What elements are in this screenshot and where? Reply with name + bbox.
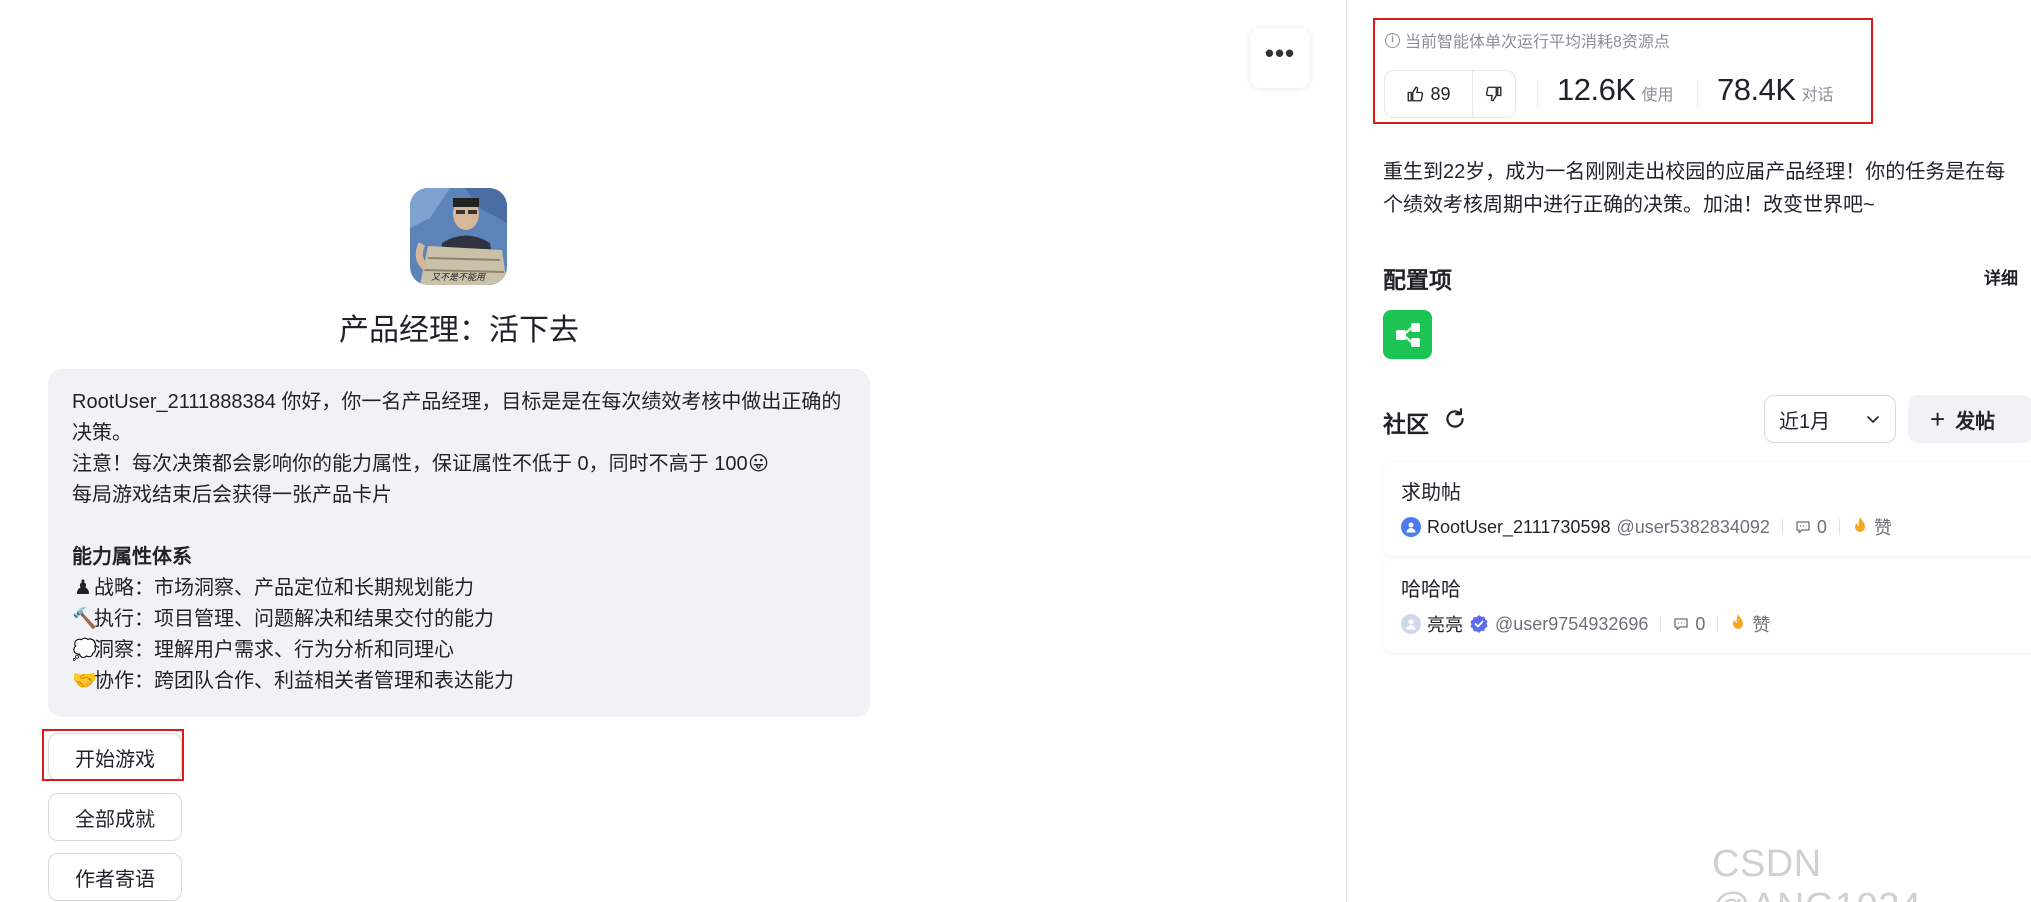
cost-note: i 当前智能体单次运行平均消耗8资源点 <box>1385 28 1670 52</box>
new-post-button[interactable]: + 发帖 <box>1908 395 2031 443</box>
like-count: 89 <box>1430 83 1451 104</box>
like-button[interactable]: 89 <box>1385 71 1473 117</box>
uses-stat: 12.6K 使用 <box>1557 72 1674 107</box>
share-nodes-icon <box>1395 322 1420 347</box>
chat-panel: ••• 又不是不能用 产品经理：活下去 RootUser_2111888384 … <box>0 0 1346 902</box>
handshake-icon: 🤝 <box>72 670 97 692</box>
post-meta: RootUser_2111730598 @user5382834092 0 赞 <box>1401 514 1892 540</box>
chess-pawn-icon: ♟ <box>74 577 92 599</box>
comment-icon <box>1674 618 1689 631</box>
bot-avatar: 又不是不能用 <box>410 188 507 285</box>
like-label[interactable]: 赞 <box>1752 611 1770 637</box>
annotation-box <box>42 729 184 781</box>
config-detail-link[interactable]: 详细 <box>1984 264 2018 289</box>
intro-message: RootUser_2111888384 你好，你一名产品经理，目标是是在每次绩效… <box>48 369 870 717</box>
stats-divider <box>1697 80 1698 108</box>
comment-count: 0 <box>1816 516 1827 537</box>
more-options-button[interactable]: ••• <box>1250 28 1310 88</box>
attribute-item: 🔨执行：项目管理、问题解决和结果交付的能力 <box>72 604 846 635</box>
intro-note: 注意！每次决策都会影响你的能力属性，保证属性不低于 0，同时不高于 100😛 <box>72 449 846 480</box>
fire-like-icon <box>1730 613 1746 636</box>
intro-reward: 每局游戏结束后会获得一张产品卡片 <box>72 484 392 506</box>
chats-stat: 78.4K 对话 <box>1717 72 1834 107</box>
post-author[interactable]: 亮亮 <box>1427 611 1463 637</box>
config-title: 配置项 <box>1383 267 1452 293</box>
info-icon: i <box>1385 32 1400 48</box>
attribute-item: ♟ 战略：市场洞察、产品定位和长期规划能力 <box>72 573 846 604</box>
stats-divider <box>1537 80 1538 108</box>
period-select[interactable]: 近1月 <box>1764 395 1896 443</box>
workflow-plugin[interactable] <box>1383 310 1432 359</box>
post-meta: 亮亮 @user9754932696 0 赞 <box>1401 611 1770 637</box>
avatar-image-icon: 又不是不能用 <box>410 188 507 285</box>
bot-description: 重生到22岁，成为一名刚刚走出校园的应届产品经理！你的任务是在每个绩效考核周期中… <box>1383 161 2006 216</box>
author-note-button[interactable]: 作者寄语 <box>48 853 182 901</box>
post-author[interactable]: RootUser_2111730598 <box>1427 517 1610 538</box>
chevron-down-icon <box>1867 416 1879 424</box>
like-label[interactable]: 赞 <box>1874 514 1892 540</box>
refresh-icon <box>1446 408 1464 428</box>
thought-bubble-icon: 💭 <box>72 639 97 661</box>
community-post[interactable]: 求助帖 RootUser_2111730598 @user5382834092 … <box>1383 462 2031 556</box>
post-handle: @user5382834092 <box>1616 516 1770 537</box>
svg-text:又不是不能用: 又不是不能用 <box>431 272 486 283</box>
watermark: CSDN @ANG1024 <box>1712 843 1921 902</box>
intro-greeting: RootUser_2111888384 你好，你一名产品经理，目标是是在每次绩效… <box>72 391 842 444</box>
fire-like-icon <box>1852 516 1868 539</box>
post-title: 哈哈哈 <box>1401 579 1461 601</box>
plus-icon: + <box>1930 404 1946 434</box>
thumbs-up-icon <box>1408 86 1424 102</box>
user-avatar-icon <box>1401 517 1421 537</box>
info-panel <box>1347 0 2031 902</box>
attribute-item: 🤝协作：跨团队合作、利益相关者管理和表达能力 <box>72 666 846 697</box>
period-value: 近1月 <box>1779 410 1831 433</box>
more-icon: ••• <box>1264 38 1296 68</box>
tongue-emoji-icon: 😛 <box>748 453 770 475</box>
post-title: 求助帖 <box>1401 482 1461 504</box>
thumbs-down-icon <box>1485 86 1502 102</box>
post-handle: @user9754932696 <box>1495 613 1649 634</box>
refresh-button[interactable] <box>1442 406 1468 437</box>
user-avatar-icon <box>1401 614 1421 634</box>
bot-title: 产品经理：活下去 <box>339 314 579 347</box>
dislike-button[interactable] <box>1473 85 1515 103</box>
community-title: 社区 <box>1383 411 1429 437</box>
comment-icon <box>1796 521 1810 534</box>
all-achievements-button[interactable]: 全部成就 <box>48 793 182 841</box>
attribute-item: 💭洞察：理解用户需求、行为分析和同理心 <box>72 635 846 666</box>
comment-count: 0 <box>1695 613 1706 634</box>
intro-section-title: 能力属性体系 <box>72 546 192 568</box>
vote-group: 89 <box>1384 70 1516 118</box>
community-post[interactable]: 哈哈哈 亮亮 @user9754932696 0 赞 <box>1383 559 2031 653</box>
hammer-icon: 🔨 <box>72 608 97 630</box>
verified-badge-icon <box>1470 615 1488 633</box>
